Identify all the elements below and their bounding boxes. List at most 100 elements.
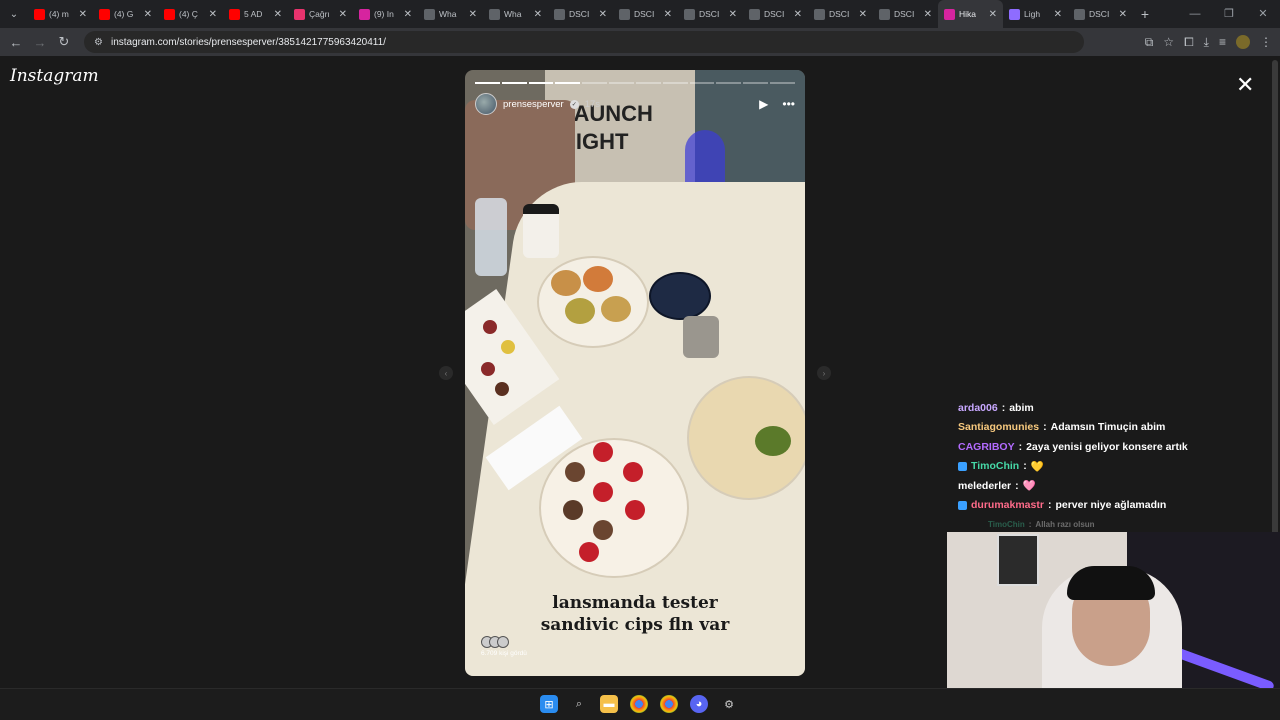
sandwich xyxy=(583,266,613,292)
cast-icon[interactable]: ⧉ xyxy=(1145,35,1154,50)
tab-close-icon[interactable]: ✕ xyxy=(664,9,672,20)
tab-close-icon[interactable]: ✕ xyxy=(209,9,217,20)
browser-tab[interactable]: Ligh ✕ xyxy=(1003,0,1068,28)
windows-icon[interactable]: ⊞ xyxy=(540,695,558,713)
more-options-icon[interactable]: ••• xyxy=(782,97,795,111)
tart xyxy=(625,500,645,520)
site-info-icon[interactable]: ⚙ xyxy=(94,37,103,48)
minimize-icon[interactable]: — xyxy=(1178,0,1212,28)
tart xyxy=(579,542,599,562)
chrome-icon[interactable] xyxy=(660,695,678,713)
reload-icon[interactable]: ↻ xyxy=(52,34,76,50)
story-progress-bar xyxy=(475,82,795,84)
story-viewers[interactable]: 6.709 kişi gördü xyxy=(481,636,527,657)
chat-separator: : xyxy=(1015,479,1019,492)
discord-icon[interactable]: ◕ xyxy=(690,695,708,713)
tab-search-icon[interactable]: ⌄ xyxy=(0,0,28,28)
profile-avatar[interactable] xyxy=(1236,35,1250,49)
search-icon[interactable]: ⌕ xyxy=(570,695,588,713)
tab-close-icon[interactable]: ✕ xyxy=(1119,9,1127,20)
next-story-arrow-icon[interactable]: › xyxy=(817,366,831,380)
tab-close-icon[interactable]: ✕ xyxy=(1054,9,1062,20)
download-icon[interactable]: ⤓ xyxy=(1204,35,1209,50)
play-icon[interactable]: ▶ xyxy=(759,97,768,111)
media-icon[interactable]: ≡ xyxy=(1219,35,1226,49)
progress-segment xyxy=(609,82,634,84)
chat-separator: : xyxy=(1028,520,1032,530)
chat-username[interactable]: Santiagomunies xyxy=(958,421,1039,433)
browser-tab[interactable]: DSCI ✕ xyxy=(743,0,808,28)
browser-tab[interactable]: DSCI ✕ xyxy=(548,0,613,28)
browser-tab[interactable]: DSCI ✕ xyxy=(613,0,678,28)
instagram-icon xyxy=(359,8,370,20)
browser-tab[interactable]: DSCI ✕ xyxy=(678,0,743,28)
tab-title: (9) In xyxy=(374,9,394,19)
tab-close-icon[interactable]: ✕ xyxy=(989,9,997,20)
story-username[interactable]: prensesperver xyxy=(503,99,564,110)
tab-close-icon[interactable]: ✕ xyxy=(924,9,932,20)
browser-tab[interactable]: DSCI ✕ xyxy=(808,0,873,28)
tab-close-icon[interactable]: ✕ xyxy=(274,9,282,20)
new-tab-button[interactable]: + xyxy=(1133,6,1157,22)
bookmark-star-icon[interactable]: ☆ xyxy=(1163,35,1174,49)
tab-close-icon[interactable]: ✕ xyxy=(859,9,867,20)
chat-username[interactable]: CAGRIBOY xyxy=(958,441,1015,453)
browser-tab[interactable]: 5 AD ✕ xyxy=(223,0,288,28)
tab-close-icon[interactable]: ✕ xyxy=(144,9,152,20)
tab-title: 5 AD xyxy=(244,9,263,19)
browser-tab[interactable]: Çağrı ✕ xyxy=(288,0,353,28)
chat-username[interactable]: TimoChin xyxy=(988,520,1025,529)
maximize-icon[interactable]: ❐ xyxy=(1212,0,1246,28)
streamer-hair xyxy=(1067,566,1155,600)
globe-icon xyxy=(489,8,500,20)
youtube-icon xyxy=(164,8,175,20)
browser-tab[interactable]: (4) G ✕ xyxy=(93,0,158,28)
browser-tab[interactable]: DSCI ✕ xyxy=(1068,0,1133,28)
globe-icon xyxy=(814,8,825,20)
chat-username[interactable]: durumakmastr xyxy=(971,499,1044,511)
tab-title: DSCI xyxy=(699,9,720,19)
progress-segment xyxy=(475,82,500,84)
chat-username[interactable]: arda006 xyxy=(958,402,998,414)
story-caption: lansmanda tester sandivic cips fln var xyxy=(465,592,805,636)
tab-close-icon[interactable]: ✕ xyxy=(729,9,737,20)
browser-tab[interactable]: Wha ✕ xyxy=(418,0,483,28)
tab-close-icon[interactable]: ✕ xyxy=(534,9,542,20)
tab-title: (4) Ç xyxy=(179,9,198,19)
tab-close-icon[interactable]: ✕ xyxy=(79,9,87,20)
story-author-avatar[interactable] xyxy=(475,93,497,115)
story-header: prensesperver ✓ 17s ▶ ••• xyxy=(475,92,795,116)
chrome-icon[interactable] xyxy=(630,695,648,713)
address-bar[interactable]: ⚙ instagram.com/stories/prensesperver/38… xyxy=(84,31,1084,53)
menu-icon[interactable]: ⋮ xyxy=(1260,35,1272,49)
instagram-logo[interactable]: Instagram xyxy=(10,66,99,86)
back-icon[interactable]: ← xyxy=(4,35,28,50)
story-card[interactable]: LAUNCH NIGHT prensesperver ✓ 17s ▶ ••• l… xyxy=(465,70,805,676)
tab-title: (4) G xyxy=(114,9,134,19)
browser-tab[interactable]: (4) m ✕ xyxy=(28,0,93,28)
close-story-icon[interactable]: ✕ xyxy=(1236,72,1254,98)
chat-username[interactable]: TimoChin xyxy=(971,460,1019,472)
chat-message: TimoChin: 💛 xyxy=(958,457,1258,477)
browser-tab[interactable]: (4) Ç ✕ xyxy=(158,0,223,28)
tart xyxy=(593,482,613,502)
toolbar-actions: ⧉ ☆ ⧠ ⤓ ≡ ⋮ xyxy=(1145,28,1272,56)
tab-close-icon[interactable]: ✕ xyxy=(339,9,347,20)
forward-icon[interactable]: → xyxy=(28,35,52,50)
browser-tab[interactable]: Wha ✕ xyxy=(483,0,548,28)
tab-close-icon[interactable]: ✕ xyxy=(404,9,412,20)
browser-tab[interactable]: (9) In ✕ xyxy=(353,0,418,28)
settings-icon[interactable]: ⚙ xyxy=(720,695,738,713)
browser-tab[interactable]: DSCI ✕ xyxy=(873,0,938,28)
tab-close-icon[interactable]: ✕ xyxy=(599,9,607,20)
close-window-icon[interactable]: ✕ xyxy=(1246,0,1280,28)
tab-title: Wha xyxy=(439,9,457,19)
tab-close-icon[interactable]: ✕ xyxy=(469,9,477,20)
folder-icon[interactable]: ▬ xyxy=(600,695,618,713)
tabs-container: (4) m ✕ (4) G ✕ (4) Ç ✕ 5 AD ✕ Çağrı ✕ (9) In ✕ Wha ✕… xyxy=(28,0,1133,28)
tab-close-icon[interactable]: ✕ xyxy=(794,9,802,20)
browser-tab[interactable]: Hika ✕ xyxy=(938,0,1003,28)
chat-username[interactable]: melederler xyxy=(958,480,1011,492)
prev-story-arrow-icon[interactable]: ‹ xyxy=(439,366,453,380)
extensions-icon[interactable]: ⧠ xyxy=(1184,35,1194,50)
